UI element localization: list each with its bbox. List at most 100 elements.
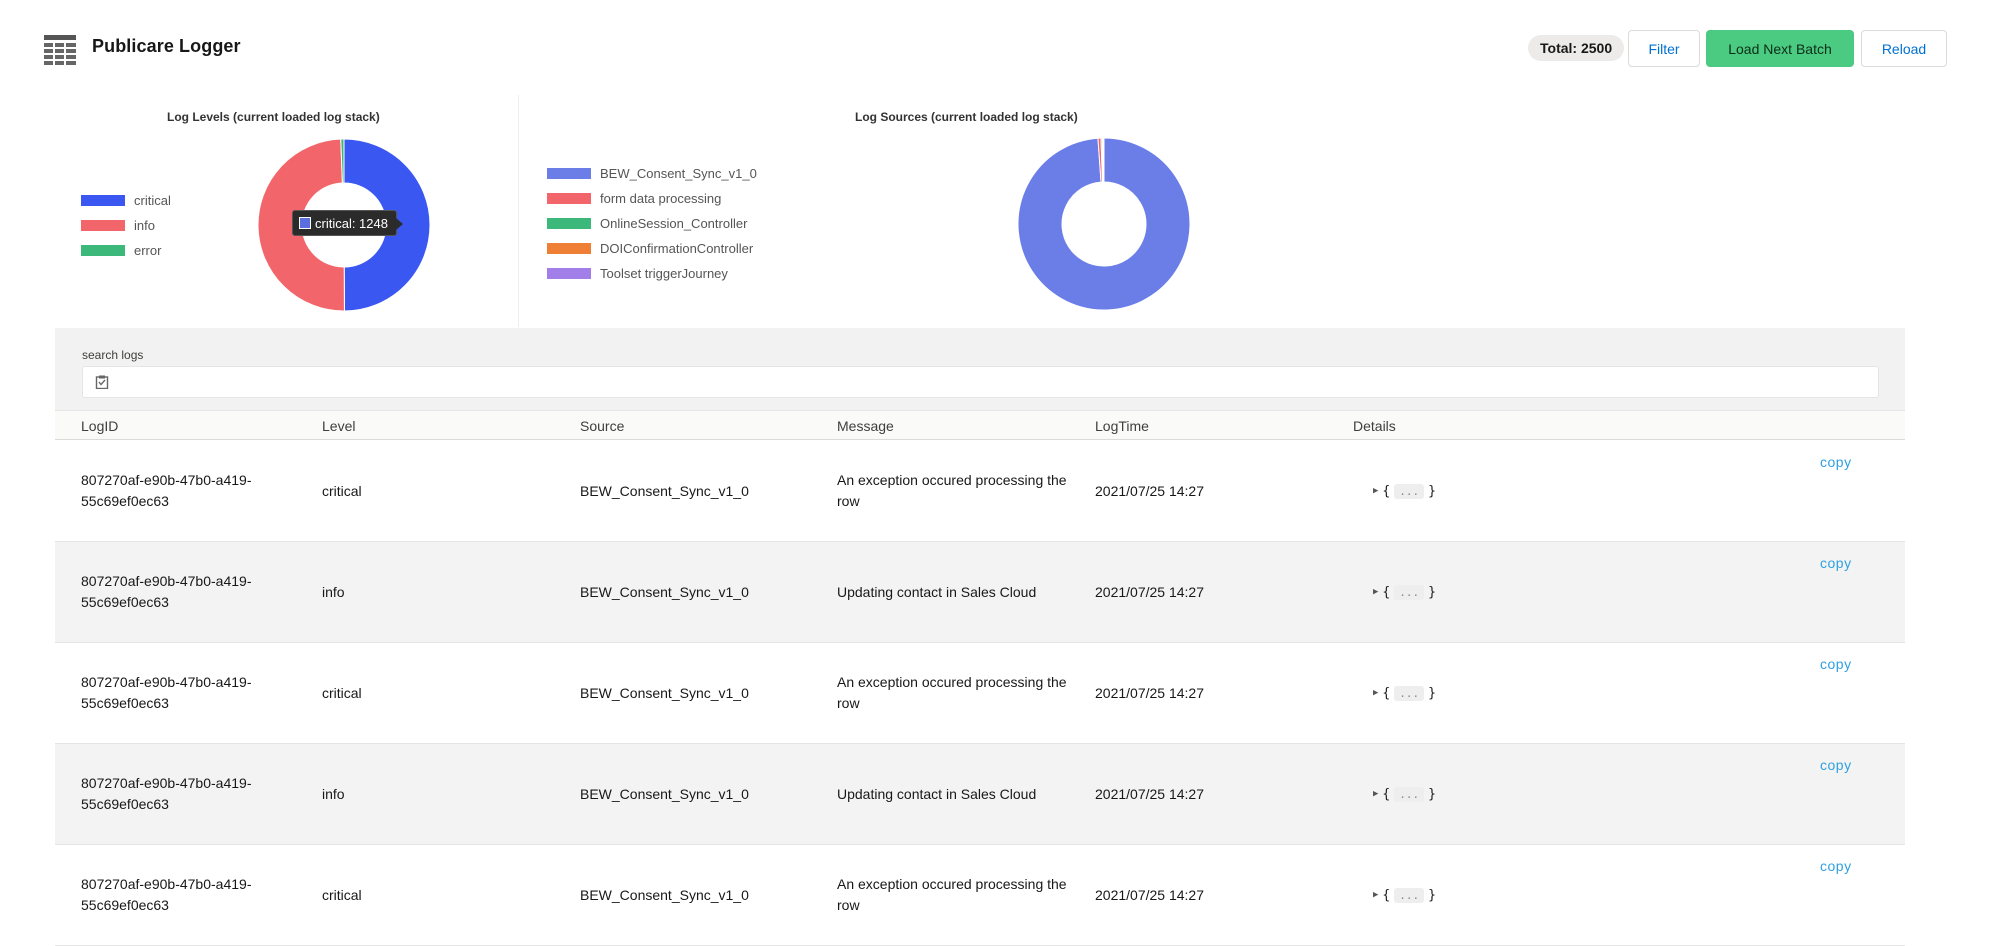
- details-json-toggle[interactable]: ▶ { ... }: [1373, 643, 1436, 743]
- search-panel: search logs: [55, 328, 1905, 410]
- search-input[interactable]: [119, 369, 1859, 395]
- table-row: 807270af-e90b-47b0-a419-55c69ef0ec63 inf…: [55, 542, 1905, 643]
- chart-divider: [518, 95, 519, 327]
- brace-close: }: [1428, 786, 1436, 802]
- cell-level: critical: [322, 886, 362, 903]
- cell-message: An exception occured processing the row: [837, 472, 1067, 509]
- caret-right-icon[interactable]: ▶: [1373, 683, 1378, 704]
- cell-message: Updating contact in Sales Cloud: [837, 583, 1037, 600]
- table-row: 807270af-e90b-47b0-a419-55c69ef0ec63 cri…: [55, 845, 1905, 946]
- cell-logtime: 2021/07/25 14:27: [1095, 482, 1204, 499]
- legend-item-error[interactable]: error: [81, 243, 161, 258]
- brace-open: {: [1382, 887, 1391, 903]
- clipboard-icon: [95, 375, 109, 389]
- legend-item-critical[interactable]: critical: [81, 193, 171, 208]
- cell-message: An exception occured processing the row: [837, 674, 1067, 711]
- cell-level: critical: [322, 684, 362, 701]
- legend-item-bew-consent-sync-v1-0[interactable]: BEW_Consent_Sync_v1_0: [547, 166, 757, 181]
- copy-link[interactable]: copy: [1820, 858, 1852, 874]
- brace-open: {: [1382, 483, 1391, 499]
- column-header-details[interactable]: Details: [1353, 418, 1396, 434]
- load-next-batch-button[interactable]: Load Next Batch: [1706, 30, 1854, 67]
- cell-logid: 807270af-e90b-47b0-a419-55c69ef0ec63: [81, 876, 252, 913]
- cell-level: info: [322, 583, 345, 600]
- brace-close: }: [1428, 584, 1436, 600]
- caret-right-icon[interactable]: ▶: [1373, 481, 1378, 502]
- copy-link[interactable]: copy: [1820, 555, 1852, 571]
- caret-right-icon[interactable]: ▶: [1373, 885, 1378, 906]
- cell-source: BEW_Consent_Sync_v1_0: [580, 886, 749, 903]
- filter-button[interactable]: Filter: [1628, 30, 1700, 67]
- cell-message: An exception occured processing the row: [837, 876, 1067, 913]
- brace-close: }: [1428, 685, 1436, 701]
- total-badge: Total: 2500: [1528, 35, 1625, 61]
- copy-link[interactable]: copy: [1820, 757, 1852, 773]
- details-json-toggle[interactable]: ▶ { ... }: [1373, 542, 1436, 642]
- table-header: LogID Level Source Message LogTime Detai…: [55, 410, 1905, 440]
- legend-label: form data processing: [600, 191, 722, 206]
- tooltip-text: critical: 1248: [315, 215, 388, 231]
- details-json-toggle[interactable]: ▶ { ... }: [1373, 441, 1436, 541]
- cell-logid: 807270af-e90b-47b0-a419-55c69ef0ec63: [81, 775, 252, 812]
- cell-source: BEW_Consent_Sync_v1_0: [580, 684, 749, 701]
- details-ellipsis[interactable]: ...: [1394, 685, 1425, 701]
- cell-level: info: [322, 785, 345, 802]
- details-json-toggle[interactable]: ▶ { ... }: [1373, 845, 1436, 945]
- copy-link[interactable]: copy: [1820, 656, 1852, 672]
- donut-slice-toolset-triggerjourney[interactable]: [1102, 137, 1105, 183]
- legend-swatch: [547, 243, 591, 254]
- cell-logid: 807270af-e90b-47b0-a419-55c69ef0ec63: [81, 472, 252, 509]
- brace-close: }: [1428, 887, 1436, 903]
- legend-swatch: [547, 218, 591, 229]
- details-ellipsis[interactable]: ...: [1394, 483, 1425, 499]
- legend-label: Toolset triggerJourney: [600, 266, 728, 281]
- search-box[interactable]: [82, 366, 1879, 398]
- legend-label: critical: [134, 193, 171, 208]
- chart-tooltip: critical: 1248: [292, 210, 403, 236]
- legend-label: DOIConfirmationController: [600, 241, 754, 256]
- brace-close: }: [1428, 483, 1436, 499]
- legend-item-doiconfirmationcontroller[interactable]: DOIConfirmationController: [547, 241, 753, 256]
- tooltip-swatch: [299, 217, 311, 229]
- copy-link[interactable]: copy: [1820, 454, 1852, 470]
- cell-logtime: 2021/07/25 14:27: [1095, 684, 1204, 701]
- app-title: Publicare Logger: [92, 36, 241, 56]
- details-json-toggle[interactable]: ▶ { ... }: [1373, 744, 1436, 844]
- cell-logid: 807270af-e90b-47b0-a419-55c69ef0ec63: [81, 573, 252, 610]
- cell-message: Updating contact in Sales Cloud: [837, 785, 1037, 802]
- brace-open: {: [1382, 685, 1391, 701]
- legend-swatch: [547, 193, 591, 204]
- legend-swatch: [547, 168, 591, 179]
- legend-item-toolset-triggerjourney[interactable]: Toolset triggerJourney: [547, 266, 728, 281]
- legend-label: info: [134, 218, 155, 233]
- reload-button[interactable]: Reload: [1861, 30, 1947, 67]
- legend-swatch: [81, 195, 125, 206]
- cell-level: critical: [322, 482, 362, 499]
- column-header-logid[interactable]: LogID: [81, 418, 118, 434]
- cell-logtime: 2021/07/25 14:27: [1095, 886, 1204, 903]
- details-ellipsis[interactable]: ...: [1394, 887, 1425, 903]
- legend-label: OnlineSession_Controller: [600, 216, 748, 231]
- caret-right-icon[interactable]: ▶: [1373, 784, 1378, 805]
- table-row: 807270af-e90b-47b0-a419-55c69ef0ec63 cri…: [55, 643, 1905, 744]
- cell-source: BEW_Consent_Sync_v1_0: [580, 785, 749, 802]
- column-header-source[interactable]: Source: [580, 418, 624, 434]
- legend-label: BEW_Consent_Sync_v1_0: [600, 166, 757, 181]
- log-levels-chart-title: Log Levels (current loaded log stack): [167, 110, 380, 124]
- legend-item-form-data-processing[interactable]: form data processing: [547, 191, 721, 206]
- legend-swatch: [81, 245, 125, 256]
- column-header-logtime[interactable]: LogTime: [1095, 418, 1149, 434]
- table-row: 807270af-e90b-47b0-a419-55c69ef0ec63 cri…: [55, 441, 1905, 542]
- details-ellipsis[interactable]: ...: [1394, 786, 1425, 802]
- cell-logtime: 2021/07/25 14:27: [1095, 785, 1204, 802]
- column-header-level[interactable]: Level: [322, 418, 355, 434]
- legend-label: error: [134, 243, 162, 258]
- log-sources-chart-title: Log Sources (current loaded log stack): [855, 110, 1078, 124]
- column-header-message[interactable]: Message: [837, 418, 894, 434]
- legend-item-info[interactable]: info: [81, 218, 155, 233]
- details-ellipsis[interactable]: ...: [1394, 584, 1425, 600]
- log-sources-donut-chart[interactable]: [1016, 136, 1192, 312]
- brace-open: {: [1382, 786, 1391, 802]
- legend-item-onlinesession-controller[interactable]: OnlineSession_Controller: [547, 216, 747, 231]
- caret-right-icon[interactable]: ▶: [1373, 582, 1378, 603]
